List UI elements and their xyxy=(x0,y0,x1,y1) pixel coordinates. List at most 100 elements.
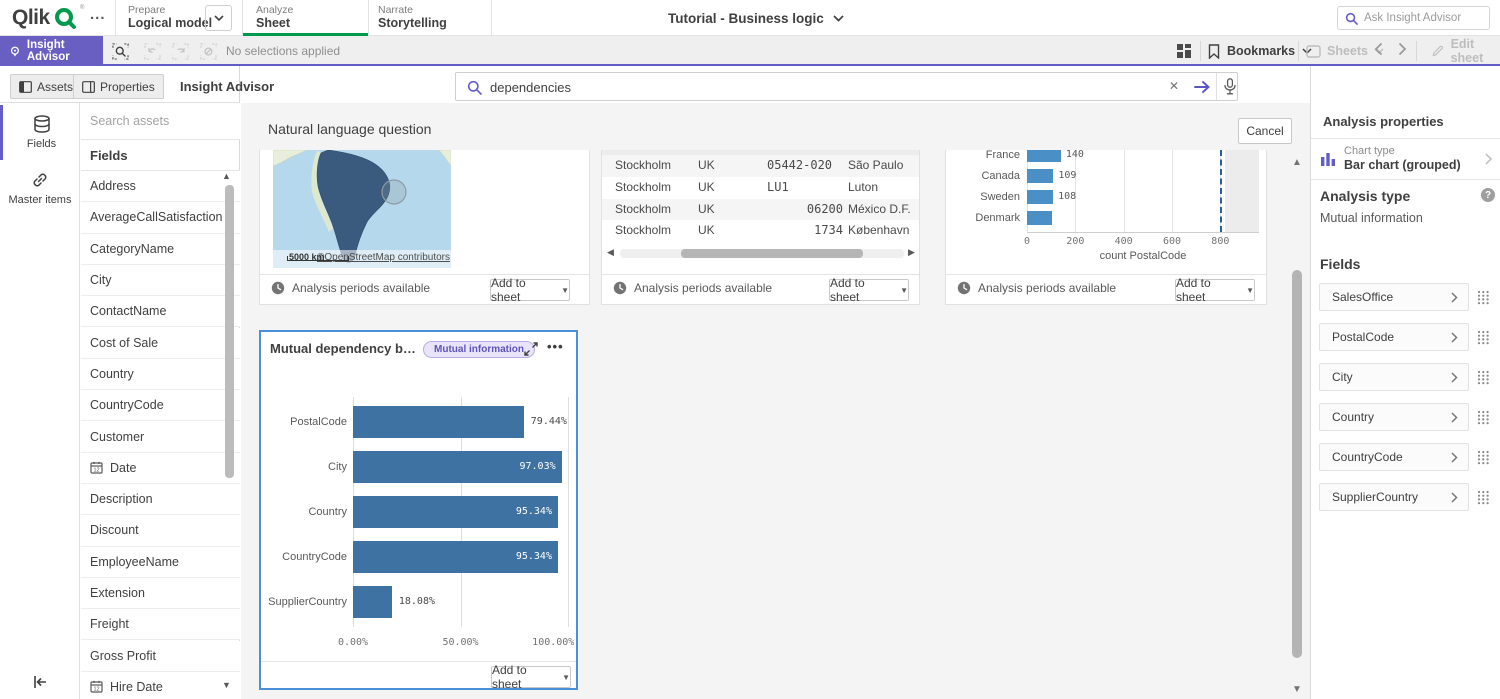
table-chart-card[interactable]: StockholmUK05442-020São PauloStockholmUK… xyxy=(601,150,920,305)
sheets-button[interactable]: Sheets xyxy=(1306,40,1384,62)
redo-selection-button[interactable] xyxy=(168,40,192,62)
field-chip-city[interactable]: City xyxy=(1319,363,1469,391)
nlq-search-box[interactable]: dependencies ✕ xyxy=(455,72,1238,101)
map-chart-card[interactable]: 5000 km ©OpenStreetMap contributors Anal… xyxy=(259,150,590,305)
field-item-categoryname[interactable]: CategoryName xyxy=(81,234,240,265)
table-row[interactable]: StockholmUK05442-020São Paulo xyxy=(602,155,920,177)
fields-scroll-up[interactable]: ▲ xyxy=(222,171,231,181)
caret-down-icon: ▼ xyxy=(561,286,569,295)
field-item-hire-date[interactable]: 12Hire Date xyxy=(81,672,240,699)
map-chart[interactable]: 5000 km ©OpenStreetMap contributors xyxy=(273,150,451,268)
prev-sheet-button[interactable] xyxy=(1374,42,1383,61)
edit-sheet-button[interactable]: Edit sheet xyxy=(1432,40,1500,62)
field-item-customer[interactable]: Customer xyxy=(81,421,240,452)
field-item-label: ContactName xyxy=(90,304,166,318)
table-row[interactable]: StockholmUKLU1Luton xyxy=(602,177,920,199)
calendar-icon: 12 xyxy=(90,680,103,693)
clear-query-icon[interactable]: ✕ xyxy=(1169,79,1179,93)
undo-selection-button[interactable] xyxy=(140,40,164,62)
bar-canada[interactable] xyxy=(1027,169,1053,183)
bar-france[interactable] xyxy=(1027,150,1061,162)
logo-overflow-menu[interactable]: ... xyxy=(90,6,106,23)
x-tick-label: 600 xyxy=(1163,236,1181,247)
microphone-icon[interactable] xyxy=(1224,78,1236,95)
assets-toggle-button[interactable]: Assets xyxy=(10,74,82,99)
field-item-employeename[interactable]: EmployeeName xyxy=(81,547,240,578)
bar-postalcode[interactable] xyxy=(353,406,524,438)
field-chip-country[interactable]: Country xyxy=(1319,403,1469,431)
fields-chip-list: SalesOffice PostalCode City Country CountryC… xyxy=(1311,66,1500,699)
nav-narrate[interactable]: Narrate Storytelling xyxy=(378,4,447,31)
assets-panel-icon xyxy=(19,81,32,93)
main-scroll-down[interactable]: ▼ xyxy=(1292,684,1302,695)
cancel-button[interactable]: Cancel xyxy=(1238,118,1292,144)
add-to-sheet-button[interactable]: Add to sheet▼ xyxy=(829,279,909,301)
hscroll-left-arrow[interactable]: ◀ xyxy=(607,247,614,258)
field-item-discount[interactable]: Discount xyxy=(81,515,240,546)
drag-handle-icon[interactable] xyxy=(1477,410,1490,430)
table-row[interactable]: StockholmUK1734København xyxy=(602,220,920,242)
field-item-contactname[interactable]: ContactName xyxy=(81,296,240,327)
properties-toggle-button[interactable]: Properties xyxy=(73,74,164,99)
map-attribution-link[interactable]: ©OpenStreetMap contributors xyxy=(317,252,450,263)
mutual-dependency-card[interactable]: Mutual dependency bet... Mutual informat… xyxy=(259,330,578,690)
field-item-cost-of-sale[interactable]: Cost of Sale xyxy=(81,328,240,359)
nav-prepare[interactable]: Prepare Logical model xyxy=(128,4,212,31)
insight-advisor-button[interactable]: Insight Advisor xyxy=(0,36,103,66)
field-chip-salesoffice[interactable]: SalesOffice xyxy=(1319,283,1469,311)
hscroll-thumb[interactable] xyxy=(681,249,863,258)
fields-scroll-down[interactable]: ▼ xyxy=(222,680,231,690)
field-item-address[interactable]: Address xyxy=(81,171,240,202)
main-scroll-up[interactable]: ▲ xyxy=(1292,157,1302,168)
card-footer-divider xyxy=(602,274,920,275)
table-row[interactable]: StockholmUK06200México D.F. xyxy=(602,199,920,221)
field-item-city[interactable]: City xyxy=(81,265,240,296)
rail-item-fields[interactable]: Fields xyxy=(0,105,80,160)
bookmarks-button[interactable]: Bookmarks xyxy=(1208,40,1312,62)
nav-analyze[interactable]: Analyze Sheet xyxy=(256,4,293,31)
collapse-panel-button[interactable] xyxy=(30,672,50,692)
bar-suppliercountry[interactable] xyxy=(353,586,392,618)
field-item-date[interactable]: 12Date xyxy=(81,453,240,484)
field-item-description[interactable]: Description xyxy=(81,484,240,515)
qlik-logo-text: Qlik xyxy=(12,5,50,31)
bar-denmark[interactable] xyxy=(1027,211,1052,225)
next-sheet-button[interactable] xyxy=(1398,42,1407,61)
add-to-sheet-button[interactable]: Add to sheet▼ xyxy=(1175,279,1255,301)
rail-item-master-items[interactable]: Master items xyxy=(0,163,80,213)
field-chip-suppliercountry[interactable]: SupplierCountry xyxy=(1319,483,1469,511)
qlik-logo[interactable]: Qlik ® xyxy=(12,5,50,31)
field-item-label: Discount xyxy=(90,523,139,537)
app-title-menu[interactable]: Tutorial - Business logic xyxy=(668,0,844,36)
hscroll-right-arrow[interactable]: ▶ xyxy=(908,247,915,258)
add-to-sheet-button[interactable]: Add to sheet▼ xyxy=(490,279,570,301)
field-item-gross-profit[interactable]: Gross Profit xyxy=(81,641,240,672)
selections-status: No selections applied xyxy=(226,44,340,58)
bar-chart-card[interactable]: 0200400600800France140Canada109Sweden108… xyxy=(945,150,1267,305)
global-search[interactable]: Ask Insight Advisor xyxy=(1337,6,1490,30)
reference-line xyxy=(1220,150,1222,232)
fields-scrollbar-thumb[interactable] xyxy=(225,185,234,478)
field-item-freight[interactable]: Freight xyxy=(81,609,240,640)
field-item-averagecallsatisfaction[interactable]: AverageCallSatisfaction xyxy=(81,202,240,233)
field-item-country[interactable]: Country xyxy=(81,359,240,390)
field-chip-postalcode[interactable]: PostalCode xyxy=(1319,323,1469,351)
field-chip-countrycode[interactable]: CountryCode xyxy=(1319,443,1469,471)
smart-search-button[interactable] xyxy=(108,40,132,62)
drag-handle-icon[interactable] xyxy=(1477,450,1490,470)
drag-handle-icon[interactable] xyxy=(1477,370,1490,390)
clear-selections-button[interactable] xyxy=(196,40,220,62)
search-assets-input[interactable]: Search assets xyxy=(81,103,240,140)
drag-handle-icon[interactable] xyxy=(1477,330,1490,350)
drag-handle-icon[interactable] xyxy=(1477,290,1490,310)
nav-prepare-dropdown[interactable] xyxy=(205,5,232,31)
field-item-countrycode[interactable]: CountryCode xyxy=(81,390,240,421)
drag-handle-icon[interactable] xyxy=(1477,490,1490,510)
x-tick-label: 50.00% xyxy=(442,637,478,648)
chart-suggestions-button[interactable] xyxy=(1172,40,1196,62)
field-item-extension[interactable]: Extension xyxy=(81,578,240,609)
bar-sweden[interactable] xyxy=(1027,190,1053,204)
add-to-sheet-button[interactable]: Add to sheet▼ xyxy=(491,666,571,688)
main-scrollbar-thumb[interactable] xyxy=(1292,270,1302,658)
submit-query-icon[interactable] xyxy=(1194,80,1210,94)
